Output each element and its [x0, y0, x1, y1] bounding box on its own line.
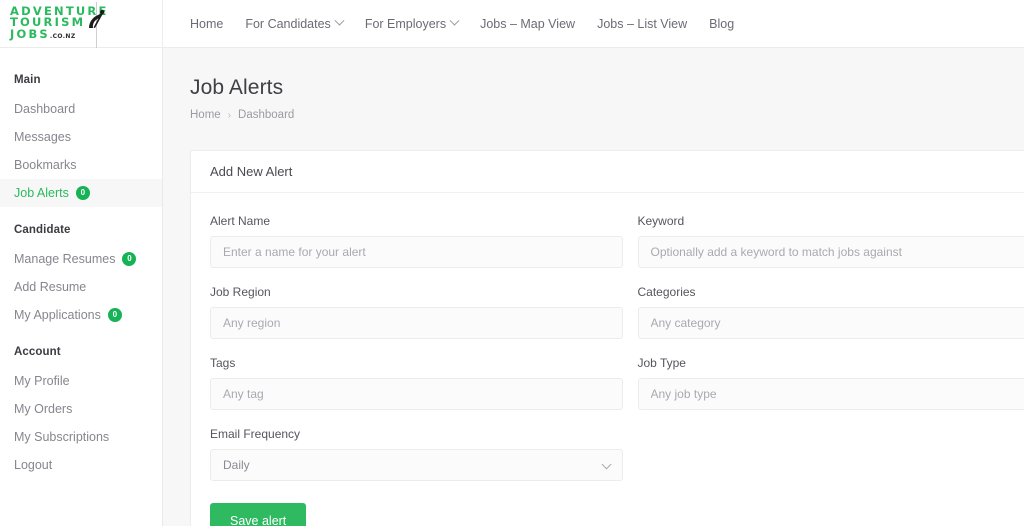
sidebar-item-add-resume[interactable]: Add Resume [0, 273, 162, 301]
sidebar-item-job-alerts[interactable]: Job Alerts 0 [0, 179, 162, 207]
nav-label: Home [190, 16, 224, 31]
nav-label: For Employers [364, 16, 447, 31]
sidebar-badge-job-alerts: 0 [75, 186, 90, 200]
label-alert-name: Alert Name [210, 214, 271, 228]
form-row-3: Tags Job Type [210, 356, 1024, 410]
breadcrumb-item-home[interactable]: Home [190, 109, 221, 121]
nav-label: Jobs – Map View [480, 16, 576, 31]
sidebar-divider [0, 329, 162, 342]
field-email-frequency: Email Frequency Daily [210, 427, 623, 481]
field-alert-name: Alert Name [210, 214, 623, 268]
card-body: Alert Name Keyword Job Region Categories [191, 193, 1024, 526]
chevron-down-icon [334, 15, 345, 26]
nav-item-blog[interactable]: Blog [698, 17, 745, 31]
nav-item-for-candidates[interactable]: For Candidates [234, 15, 353, 31]
email-frequency-value: Daily [223, 458, 250, 472]
sidebar-group-title-candidate: Candidate [14, 224, 71, 236]
sidebar-item-label: Add Resume [14, 280, 87, 294]
tags-input[interactable] [210, 378, 623, 410]
chevron-down-icon [449, 15, 460, 26]
label-categories: Categories [637, 285, 696, 299]
sidebar-item-label: Manage Resumes [14, 252, 116, 266]
form-row-1: Alert Name Keyword [210, 214, 1024, 268]
sidebar-divider [0, 207, 162, 220]
field-categories: Categories [637, 285, 1024, 339]
job-region-input[interactable] [210, 307, 623, 339]
categories-input[interactable] [637, 307, 1024, 339]
label-keyword: Keyword [637, 214, 685, 228]
sidebar-item-bookmarks[interactable]: Bookmarks [0, 151, 162, 179]
sidebar-item-label: Bookmarks [14, 158, 77, 172]
site-logo[interactable]: ADVENTURE TOURISM JOBS.CO.NZ [0, 0, 163, 48]
nav-label: Jobs – List View [597, 16, 688, 31]
sidebar-group-title-account: Account [14, 346, 61, 358]
sidebar-item-my-profile[interactable]: My Profile [0, 367, 162, 395]
sidebar-item-label: My Applications [14, 308, 101, 322]
nav-item-for-employers[interactable]: For Employers [354, 15, 469, 31]
sidebar-item-label: My Profile [14, 374, 70, 388]
sidebar-item-label: My Subscriptions [14, 430, 110, 444]
field-tags: Tags [210, 356, 623, 410]
email-frequency-select-wrap: Daily [210, 449, 623, 481]
nav-item-jobs-list-view[interactable]: Jobs – List View [586, 17, 698, 31]
label-email-frequency: Email Frequency [210, 427, 301, 441]
card-title: Add New Alert [210, 164, 293, 179]
label-job-region: Job Region [210, 285, 271, 299]
sidebar-item-my-applications[interactable]: My Applications 0 [0, 301, 162, 329]
keyword-input[interactable] [637, 236, 1024, 268]
nav-label: For Candidates [245, 16, 331, 31]
bungee-jumper-icon [89, 2, 105, 48]
form-row-4: Email Frequency Daily [210, 427, 1024, 481]
form-row-2: Job Region Categories [210, 285, 1024, 339]
sidebar-badge-my-applications: 0 [107, 308, 122, 322]
sidebar-group-title-main: Main [14, 74, 41, 86]
sidebar-footer-links[interactable] [0, 519, 162, 526]
main-navigation: Home For Candidates For Employers Jobs –… [163, 0, 1024, 47]
label-tags: Tags [210, 356, 236, 370]
breadcrumb: Home › Dashboard [163, 100, 1024, 121]
sidebar-item-messages[interactable]: Messages [0, 123, 162, 151]
job-type-input[interactable] [637, 378, 1024, 410]
sidebar-item-manage-resumes[interactable]: Manage Resumes 0 [0, 245, 162, 273]
logo-suffix: .CO.NZ [49, 32, 76, 40]
sidebar-item-my-subscriptions[interactable]: My Subscriptions [0, 423, 162, 451]
field-job-type: Job Type [637, 356, 1024, 410]
sidebar-item-label: Dashboard [14, 102, 76, 116]
field-job-region: Job Region [210, 285, 623, 339]
nav-item-jobs-map-view[interactable]: Jobs – Map View [469, 17, 586, 31]
top-header: ADVENTURE TOURISM JOBS.CO.NZ Home For Ca… [0, 0, 1024, 48]
dashboard-sidebar: Main Dashboard Messages Bookmarks Job Al… [0, 48, 163, 526]
main-content: Job Alerts Home › Dashboard Add New Aler… [163, 48, 1024, 526]
breadcrumb-separator-icon: › [227, 109, 232, 121]
alert-name-input[interactable] [210, 236, 623, 268]
add-new-alert-card: Add New Alert Alert Name Keyword Job Reg… [190, 150, 1024, 526]
field-spacer [638, 427, 1024, 481]
sidebar-item-my-orders[interactable]: My Orders [0, 395, 162, 423]
nav-label: Blog [709, 16, 735, 31]
sidebar-badge-manage-resumes: 0 [122, 252, 137, 266]
sidebar-item-label: My Orders [14, 402, 73, 416]
label-job-type: Job Type [637, 356, 686, 370]
sidebar-item-logout[interactable]: Logout [0, 451, 162, 479]
sidebar-item-label: Messages [14, 130, 71, 144]
page-title: Job Alerts [190, 76, 284, 99]
field-keyword: Keyword [637, 214, 1024, 268]
email-frequency-select[interactable]: Daily [210, 449, 623, 481]
card-header: Add New Alert [191, 151, 1024, 193]
nav-item-home[interactable]: Home [179, 17, 234, 31]
sidebar-item-label: Job Alerts [14, 186, 69, 200]
breadcrumb-item-dashboard[interactable]: Dashboard [238, 109, 294, 121]
sidebar-item-label: Logout [14, 458, 53, 472]
save-alert-button[interactable]: Save alert [210, 503, 307, 526]
sidebar-item-dashboard[interactable]: Dashboard [0, 95, 162, 123]
